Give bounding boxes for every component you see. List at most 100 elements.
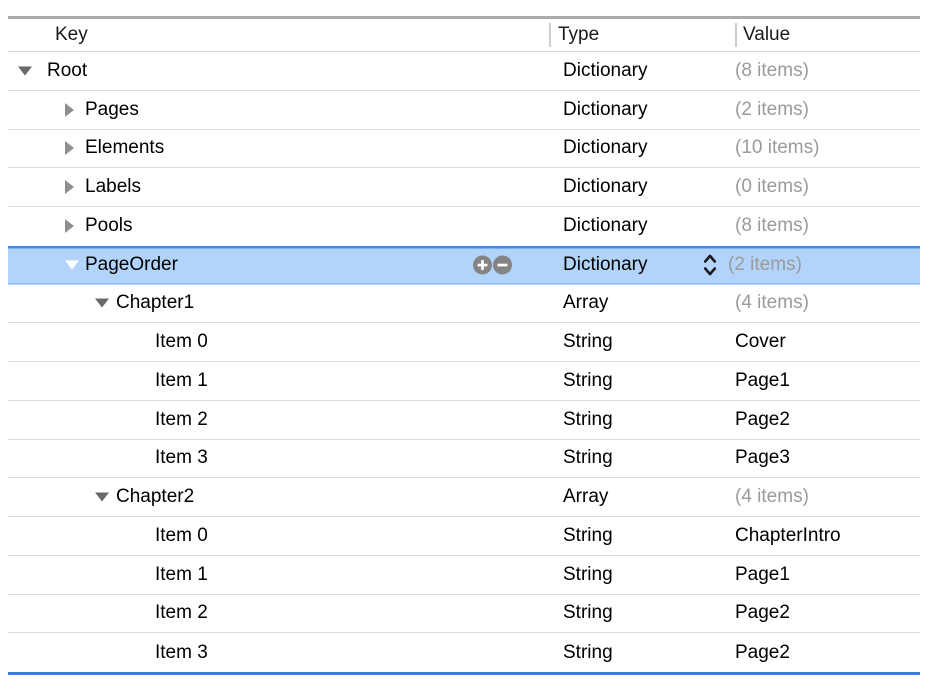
plist-row[interactable]: Pages Dictionary (2 items) [8,91,920,130]
key-cell[interactable]: Item 0 [8,517,549,555]
value-cell[interactable]: (2 items) [735,91,920,129]
add-button[interactable] [473,255,492,274]
value-cell[interactable]: (0 items) [735,168,920,206]
key-label: Item 2 [155,409,208,431]
plist-row[interactable]: Item 3 String Page3 [8,440,920,479]
column-header-value[interactable]: Value [735,24,920,46]
value-cell[interactable]: (10 items) [735,130,920,168]
plist-row[interactable]: Item 2 String Page2 [8,401,920,440]
plist-row[interactable]: Item 0 String Cover [8,323,920,362]
plist-row[interactable]: Chapter2 Array (4 items) [8,478,920,517]
value-label: Page3 [735,447,790,469]
type-label: Dictionary [563,137,647,159]
plist-row[interactable]: Item 1 String Page1 [8,362,920,401]
type-label: String [563,331,613,353]
plist-row[interactable]: PageOrder Dictionary [8,246,920,285]
type-label: Dictionary [563,60,647,82]
key-cell[interactable]: Item 3 [8,440,549,478]
key-cell[interactable]: Chapter1 [8,285,549,323]
type-cell[interactable]: String [549,517,735,555]
key-cell[interactable]: Root [8,52,549,90]
type-cell[interactable]: String [549,633,735,672]
key-cell[interactable]: Pages [8,91,549,129]
disclosure-triangle-icon[interactable] [65,180,74,194]
plist-row[interactable]: Chapter1 Array (4 items) [8,285,920,324]
value-cell[interactable]: Page2 [735,633,920,672]
disclosure-triangle-icon[interactable] [18,66,32,75]
disclosure-triangle-icon[interactable] [95,493,109,502]
type-cell[interactable]: Dictionary [549,91,735,129]
value-cell[interactable]: (8 items) [735,207,920,245]
key-cell[interactable]: Item 1 [8,556,549,594]
plist-row[interactable]: Elements Dictionary (10 items) [8,130,920,169]
disclosure-triangle-icon[interactable] [65,103,74,117]
value-cell[interactable]: (4 items) [735,478,920,516]
value-label: (2 items) [728,254,802,276]
plist-row[interactable]: Item 2 String Page2 [8,595,920,634]
type-stepper[interactable] [702,251,718,278]
plist-row[interactable]: Item 0 String ChapterIntro [8,517,920,556]
disclosure-triangle-icon[interactable] [65,141,74,155]
type-cell[interactable]: String [549,440,735,478]
type-cell[interactable]: Dictionary [549,52,735,90]
plist-row[interactable]: Pools Dictionary (8 items) [8,207,920,246]
value-cell[interactable]: ChapterIntro [735,517,920,555]
type-label: String [563,602,613,624]
value-cell[interactable]: (4 items) [735,285,920,323]
key-cell[interactable]: Item 3 [8,633,549,672]
value-cell[interactable]: Page1 [735,362,920,400]
type-cell[interactable]: Array [549,285,735,323]
column-header-key[interactable]: Key [8,24,549,46]
key-label: Item 1 [155,564,208,586]
key-label: Root [47,60,87,82]
key-cell[interactable]: Labels [8,168,549,206]
remove-button[interactable] [493,255,512,274]
key-cell[interactable]: Item 0 [8,323,549,361]
type-cell[interactable]: String [549,362,735,400]
type-label: String [563,447,613,469]
key-cell[interactable]: PageOrder [8,246,549,284]
key-cell[interactable]: Item 1 [8,362,549,400]
type-label: String [563,370,613,392]
column-resize-handle-value[interactable] [735,23,737,47]
type-cell[interactable]: String [549,595,735,633]
key-cell[interactable]: Item 2 [8,401,549,439]
key-label: Item 3 [155,642,208,664]
focus-line [8,672,920,675]
key-cell[interactable]: Chapter2 [8,478,549,516]
value-cell[interactable]: (2 items) [735,246,920,284]
plist-row[interactable]: Item 3 String Page2 [8,633,920,672]
plus-icon [473,255,492,274]
type-cell[interactable]: Array [549,478,735,516]
plist-row[interactable]: Labels Dictionary (0 items) [8,168,920,207]
value-cell[interactable]: Page3 [735,440,920,478]
key-cell[interactable]: Pools [8,207,549,245]
type-cell[interactable]: String [549,323,735,361]
type-cell[interactable]: String [549,556,735,594]
column-resize-handle-type[interactable] [549,23,551,47]
value-cell[interactable]: Cover [735,323,920,361]
add-remove-buttons [473,255,512,274]
type-cell[interactable]: Dictionary [549,207,735,245]
disclosure-triangle-icon[interactable] [65,260,79,269]
column-header-type[interactable]: Type [549,24,735,46]
key-label: Pools [85,215,133,237]
value-cell[interactable]: (8 items) [735,52,920,90]
type-cell[interactable]: Dictionary [549,130,735,168]
type-label: String [563,525,613,547]
disclosure-triangle-icon[interactable] [65,219,74,233]
value-label: (4 items) [735,486,809,508]
type-cell[interactable]: String [549,401,735,439]
plist-row[interactable]: Item 1 String Page1 [8,556,920,595]
key-cell[interactable]: Elements [8,130,549,168]
key-cell[interactable]: Item 2 [8,595,549,633]
value-cell[interactable]: Page2 [735,401,920,439]
plist-row[interactable]: Root Dictionary (8 items) [8,52,920,91]
type-cell[interactable]: Dictionary [549,246,735,284]
key-label: Pages [85,99,139,121]
value-label: Page2 [735,409,790,431]
value-cell[interactable]: Page2 [735,595,920,633]
type-cell[interactable]: Dictionary [549,168,735,206]
value-cell[interactable]: Page1 [735,556,920,594]
disclosure-triangle-icon[interactable] [95,299,109,308]
